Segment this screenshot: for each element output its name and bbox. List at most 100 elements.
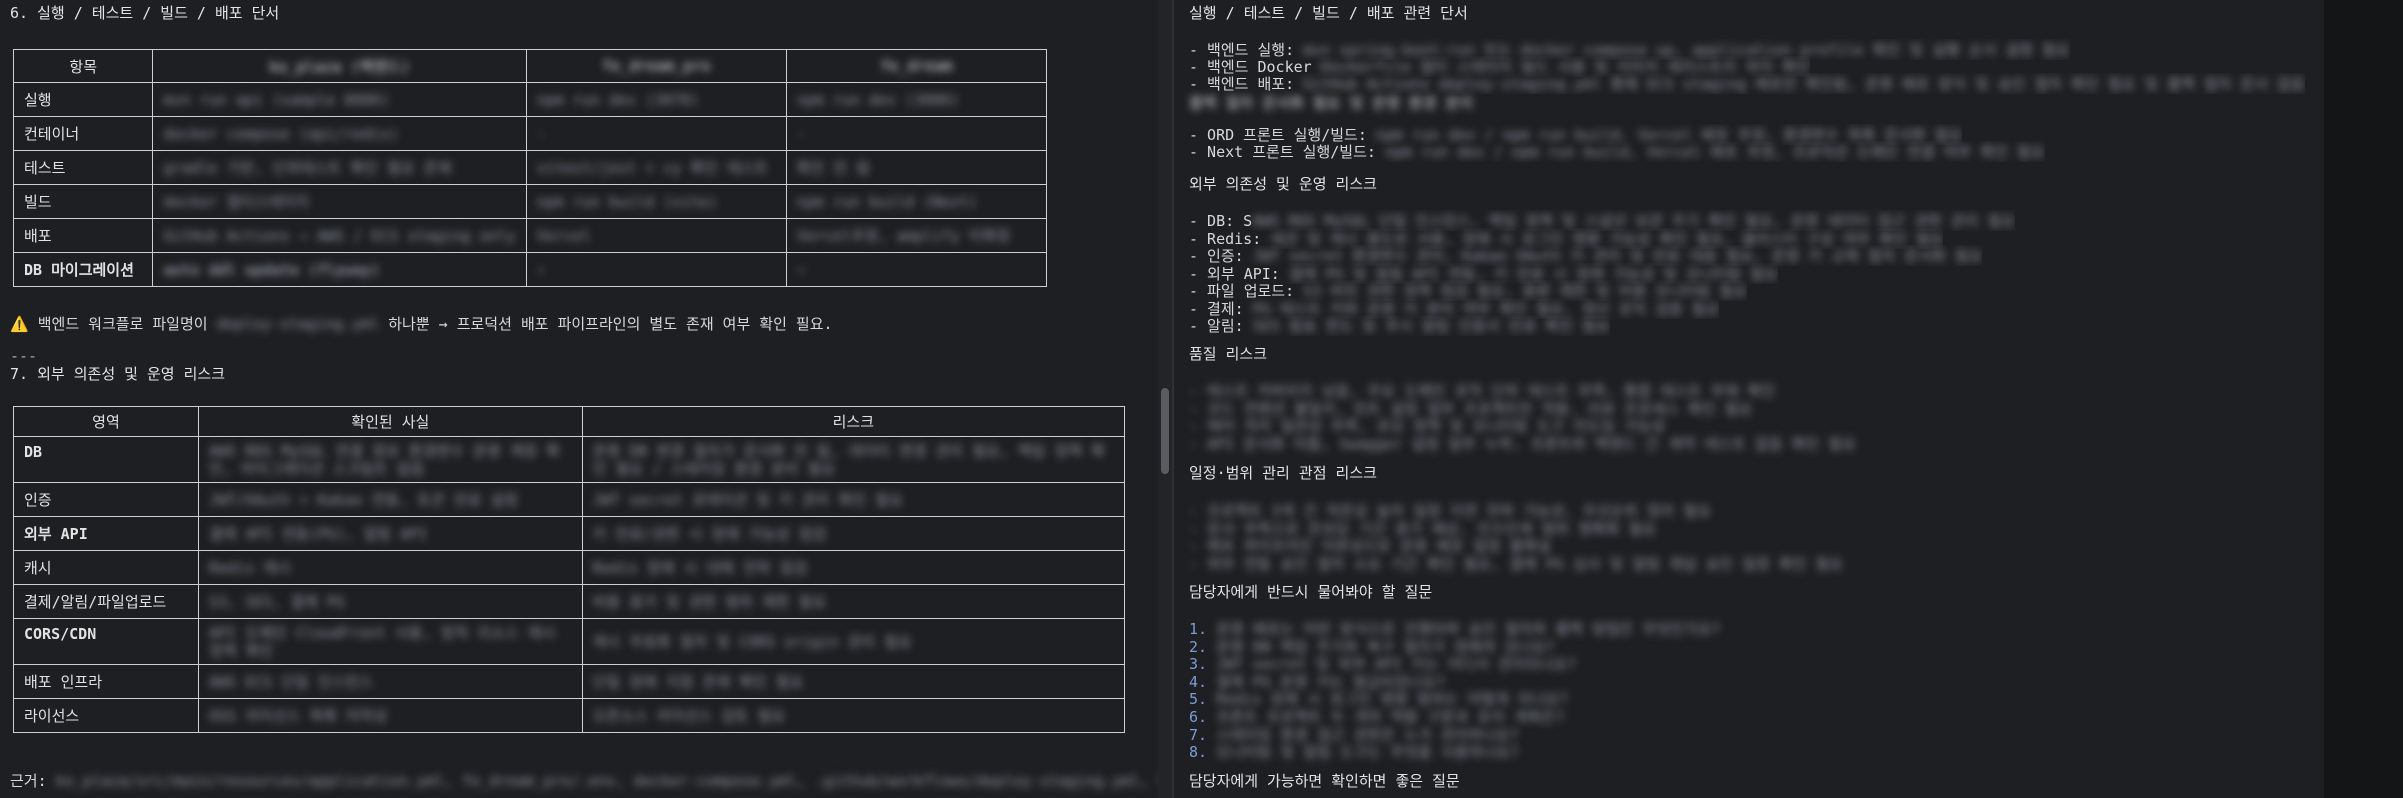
cell-text: 비용 증가 및 권한 범위 제한 필요 [592, 592, 827, 611]
row-label-cell: CORS/CDN [13, 618, 199, 665]
table-cell: 확인 안 됨 [785, 150, 1048, 185]
table-header-cell: fe_dream_pro [525, 49, 787, 83]
cell-text: 확인 안 됨 [796, 159, 870, 177]
cell-text: OSS 라이선스 목록 미작성 [208, 706, 388, 725]
table-row: 실행 mvn run api (sample 8080) npm run dev (… [12, 82, 1048, 117]
table-cell: npm run dev (3000) [785, 82, 1048, 117]
table-cell: npm run build (vite) [525, 184, 787, 219]
table-cell: GitHub Actions → AWS / ECS staging only [152, 218, 527, 253]
evidence-label: 근거: [10, 772, 47, 790]
cell-text: npm run dev (3000) [796, 90, 960, 109]
labeled-line: - 백엔드 배포: GitHub Actions deploy-staging.… [1189, 73, 2305, 94]
left-document-pane: 6. 실행 / 테스트 / 빌드 / 배포 단서 항목 ko_plaza (백엔드… [0, 0, 1158, 798]
table-cell: - [785, 252, 1048, 287]
row-label-cell: 캐시 [13, 550, 199, 585]
table-header-row: 항목 ko_plaza (백엔드) fe_dream_pro fe_dream [12, 49, 1048, 83]
table-header-row: 영역 확인된 사실 리스크 [13, 406, 1126, 437]
table-cell: AWS RDS MySQL 연결 정보 환경변수 운영 계정 확인, 마이그레이… [197, 436, 583, 483]
table-row: 컨테이너 docker compose (api/redis) - - [12, 116, 1048, 151]
right-document-pane: 실행 / 테스트 / 빌드 / 배포 관련 단서 - 백엔드 실행: mvn s… [1174, 0, 2324, 798]
table-cell: npm run build (Next) [785, 184, 1048, 219]
row-label-cell: 결제/알림/파일업로드 [13, 584, 199, 619]
table-cell: docker compose (api/redis) [152, 116, 527, 151]
table-header-cell: 확인된 사실 [197, 406, 583, 437]
table-row: 라이선스 OSS 라이선스 목록 미작성 오픈소스 라이선스 검토 필요 [13, 698, 1126, 733]
table-row: 결제/알림/파일업로드 S3, SES, 결제 PG 비용 증가 및 권한 범위 제… [13, 584, 1126, 619]
table-cell: 오픈소스 라이선스 검토 필요 [581, 698, 1126, 733]
table-header-cell: fe_dream [785, 49, 1048, 83]
cell-text: 운영 DB 변경 절차가 문서화 안 됨, 데이터 변경 관리 필요, 백업 정… [592, 441, 1105, 478]
table-row: 배포 인프라 AWS ECS 단일 인스턴스 단일 장애 지점 존재 확인 필요 [13, 664, 1126, 699]
row-label-cell: 라이선스 [13, 698, 199, 733]
cell-text: AWS ECS 단일 인스턴스 [208, 672, 374, 691]
table-cell: 단일 장애 지점 존재 확인 필요 [581, 664, 1126, 699]
table-cell: OSS 라이선스 목록 미작성 [197, 698, 583, 733]
table-row: CORS/CDN API 도메인 CloudFront 사용, 정적 리소스 캐시… [13, 618, 1126, 665]
cell-text: 키 만료/권한 시 장애 가능성 점검 [592, 524, 827, 543]
section-6-title: 6. 실행 / 테스트 / 빌드 / 배포 단서 [10, 4, 280, 22]
row-label-cell: DB 마이그레이션 [12, 252, 154, 287]
line-text: GitHub Actions deploy-staging.yml 통해 ECS… [1303, 75, 2305, 93]
table-row: 인증 JWT/OAuth + Kakao 연동, 토큰 만료 설정 JWT secr… [13, 482, 1126, 517]
cell-text: npm run dev (3070) [536, 90, 700, 109]
table-cell: 비용 증가 및 권한 범위 제한 필요 [581, 584, 1126, 619]
row-label-cell: 배포 인프라 [13, 664, 199, 699]
table-cell: Redis 캐시 [197, 550, 583, 585]
table-cell: 키 만료/권한 시 장애 가능성 점검 [581, 516, 1126, 551]
cell-text: vitest/jest + cy 확인 테스트 [536, 159, 769, 177]
row-label-cell: 테스트 [12, 150, 154, 185]
cell-text: 오픈소스 라이선스 검토 필요 [592, 706, 786, 725]
nice-ask-title: 담당자에게 가능하면 확인하면 좋은 질문 [1189, 772, 1460, 790]
warning-code: deploy-staging.yml [216, 315, 380, 333]
cell-text: Redis 캐시 [208, 558, 291, 577]
list-item: - 외부 연동 승인 절차 소요 기간 확인 필요, 결제 PG 심사 및 알림… [1189, 553, 1843, 574]
table-cell: Vercel추정, amplify 미확정 [785, 218, 1048, 253]
cell-text: GitHub Actions → AWS / ECS staging only [163, 226, 516, 245]
table-row: 외부 API 결제 API 연동(PG), 알림 API 키 만료/권한 시 장애 … [13, 516, 1126, 551]
line-label: - Next 프론트 실행/빌드: [1189, 143, 1385, 161]
cell-text: 단일 장애 지점 존재 확인 필요 [592, 672, 804, 691]
warning-prefix: 백엔드 워크플로 파일명이 [37, 315, 208, 333]
question-item: 8. 모니터링 및 알림 도구는 무엇을 사용하나요? [1189, 741, 1519, 762]
cell-text: Vercel [536, 226, 591, 245]
cell-text: - [536, 124, 546, 143]
table-cell: Vercel [525, 218, 787, 253]
cell-text: - [796, 124, 806, 143]
ext-risk-title: 외부 의존성 및 운영 리스크 [1189, 175, 1377, 193]
labeled-line: - 알림: SES 발송 한도 및 푸시 알림 인증서 만료 확인 필요 [1189, 315, 1610, 336]
table-row: DB 마이그레이션 auto ddl update (flyway) - - [12, 252, 1048, 287]
row-label-cell: 인증 [13, 482, 199, 517]
warning-icon: ⚠️ [10, 315, 29, 333]
line-text: SES 발송 한도 및 푸시 알림 인증서 만료 확인 필요 [1252, 317, 1610, 335]
cell-text: JWT secret 로테이션 및 키 관리 확인 필요 [592, 490, 903, 509]
cell-text: JWT/OAuth + Kakao 연동, 토큰 만료 설정 [208, 490, 519, 509]
cell-text: Vercel추정, amplify 미확정 [796, 227, 1011, 245]
table-cell: docker 멀티스테이지 [152, 184, 527, 219]
cell-text: auto ddl update (flyway) [163, 260, 381, 279]
table-row: DB AWS RDS MySQL 연결 정보 환경변수 운영 계정 확인, 마이그… [13, 436, 1126, 483]
table-cell: API 도메인 CloudFront 사용, 정적 리소스 캐시 정책 확인 [197, 618, 583, 665]
table-cell: JWT/OAuth + Kakao 연동, 토큰 만료 설정 [197, 482, 583, 517]
right-title: 실행 / 테스트 / 빌드 / 배포 관련 단서 [1189, 4, 1468, 22]
left-scrollbar[interactable] [1158, 0, 1172, 798]
table-header-cell: 리스크 [581, 406, 1126, 437]
warning-line: ⚠️ 백엔드 워크플로 파일명이 deploy-staging.yml 하나뿐 … [10, 313, 833, 334]
quality-title: 품질 리스크 [1189, 345, 1268, 363]
table-row: 배포 GitHub Actions → AWS / ECS staging onl… [12, 218, 1048, 253]
schedule-title: 일정·범위 관리 관점 리스크 [1189, 464, 1377, 482]
line-label: - 백엔드 배포: [1189, 75, 1304, 93]
cell-text: 결제 API 연동(PG), 알림 API [208, 524, 428, 543]
labeled-line: - Next 프론트 실행/빌드: npm run dev / npm run … [1189, 141, 2045, 162]
section-7-title: 7. 외부 의존성 및 운영 리스크 [10, 365, 226, 383]
run-test-build-table: 항목 ko_plaza (백엔드) fe_dream_pro fe_dream 실행 m… [12, 49, 1048, 287]
warning-suffix: 하나뿐 → 프로덕션 배포 파이프라인의 별도 존재 여부 확인 필요. [388, 315, 833, 333]
list-item: - API 문서화 미흡, Swagger 설정 일부 누락, 프론트와 백엔드… [1189, 433, 1856, 454]
item-text: 모니터링 및 알림 도구는 무엇을 사용하나요? [1216, 743, 1519, 762]
row-label-cell: 빌드 [12, 184, 154, 219]
table-cell: S3, SES, 결제 PG [197, 584, 583, 619]
table-cell: 결제 API 연동(PG), 알림 API [197, 516, 583, 551]
table-header-cell: 항목 [12, 49, 154, 83]
scroll-thumb[interactable] [1161, 388, 1169, 474]
cell-text: npm run build (Next) [796, 192, 978, 211]
table-cell: gradle 기반, 단위테스트 확인 필요 존재 [152, 150, 527, 185]
